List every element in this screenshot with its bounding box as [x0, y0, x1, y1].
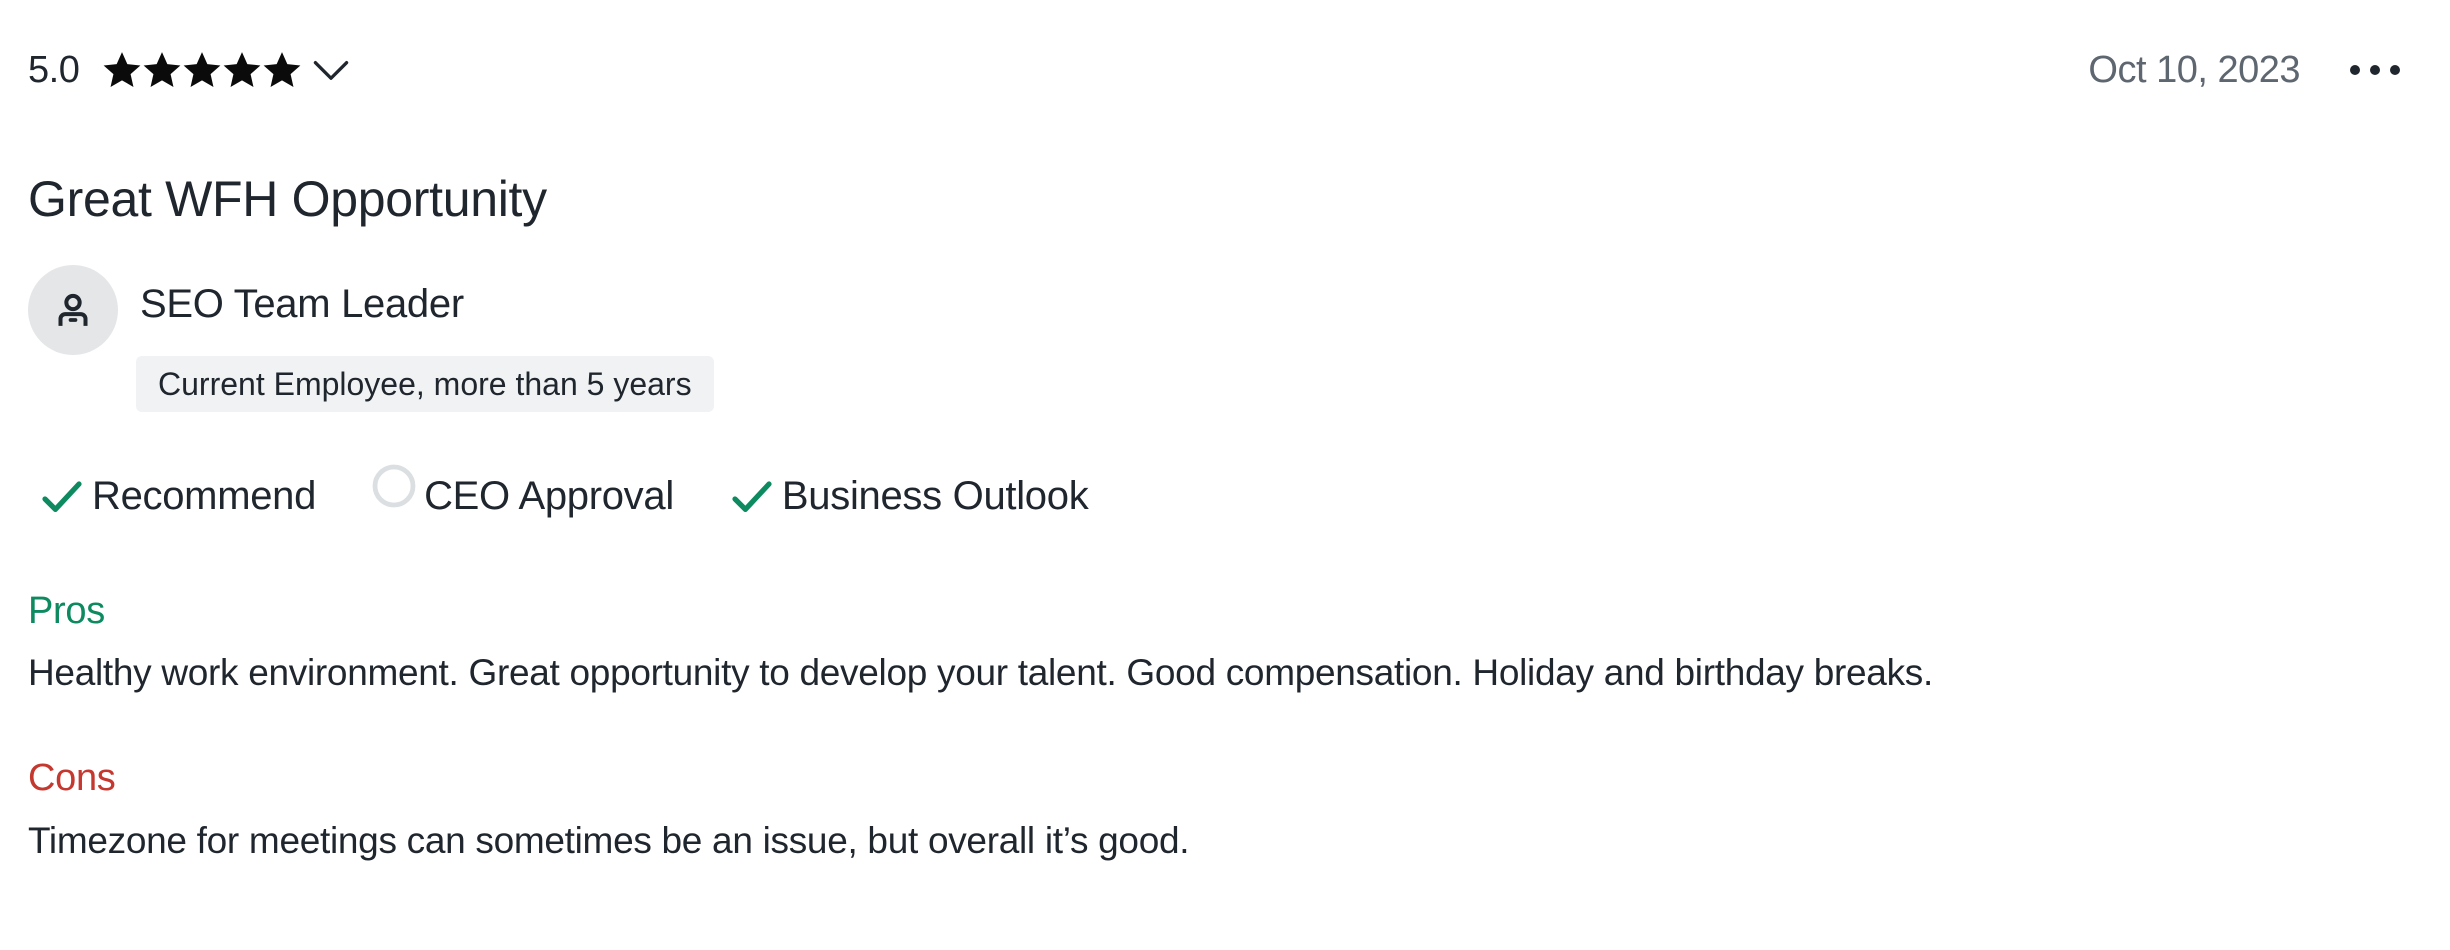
employment-tag: Current Employee, more than 5 years [136, 356, 714, 412]
rating-header: 5.0 [28, 42, 353, 98]
star-icon [181, 49, 223, 91]
badge-recommend: Recommend [38, 472, 316, 520]
star-icon [101, 49, 143, 91]
check-icon [728, 472, 776, 520]
avatar [28, 265, 118, 355]
pros-heading: Pros [28, 590, 105, 632]
person-icon [53, 290, 93, 330]
check-icon [38, 472, 86, 520]
review-title[interactable]: Great WFH Opportunity [28, 170, 547, 228]
more-horizontal-icon[interactable] [2345, 50, 2405, 90]
cons-text: Timezone for meetings can sometimes be a… [28, 820, 1190, 861]
badge-ceo-approval: CEO Approval [370, 464, 674, 520]
badge-label: CEO Approval [424, 473, 674, 518]
rating-badges: Recommend CEO Approval Business Outlook [38, 464, 1142, 526]
badge-label: Business Outlook [781, 473, 1089, 518]
star-icon [141, 49, 183, 91]
star-icon [261, 49, 303, 91]
author-job-title: SEO Team Leader [140, 282, 464, 326]
star-rating [101, 49, 301, 91]
review-card: 5.0 Oct 10, 2023 Great WFH Opportunity S… [0, 0, 2450, 950]
badge-business-outlook: Business Outlook [728, 472, 1089, 520]
review-date: Oct 10, 2023 [2088, 49, 2300, 91]
cons-heading: Cons [28, 757, 116, 799]
circle-icon [370, 462, 418, 510]
chevron-down-icon[interactable] [309, 48, 353, 92]
badge-label: Recommend [92, 473, 317, 518]
pros-text: Healthy work environment. Great opportun… [28, 652, 1933, 693]
rating-value: 5.0 [28, 48, 80, 91]
star-icon [221, 49, 263, 91]
